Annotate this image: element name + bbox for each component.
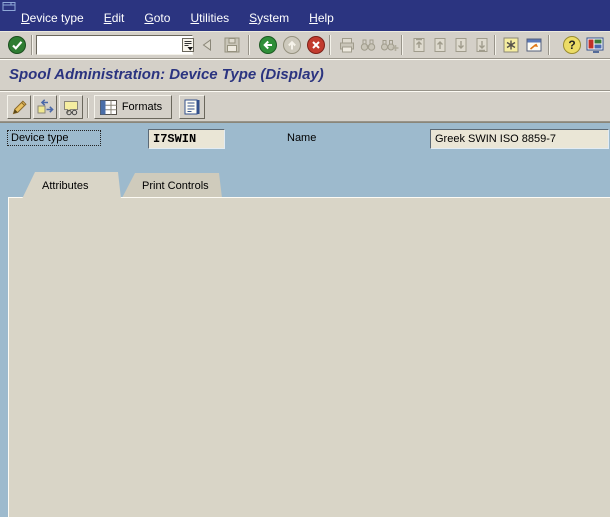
formats-button-label: Formats — [117, 101, 166, 113]
exit-up-arrow-icon — [282, 35, 302, 55]
back-arrow-icon — [258, 35, 278, 55]
display-note-button[interactable] — [59, 95, 83, 119]
next-page-button[interactable] — [450, 34, 472, 56]
menu-edit[interactable]: Edit — [104, 11, 125, 25]
save-button[interactable] — [221, 34, 243, 56]
comment-glasses-icon — [61, 97, 81, 117]
previous-page-icon — [430, 35, 450, 55]
title-bar: Spool Administration: Device Type (Displ… — [0, 59, 610, 90]
toolbar-separator — [401, 35, 403, 55]
tab-attributes[interactable]: Attributes — [22, 172, 121, 199]
left-triangle-icon — [202, 38, 212, 52]
print-button[interactable] — [336, 34, 358, 56]
formats-button[interactable]: Formats — [94, 95, 172, 119]
list-button[interactable] — [179, 95, 205, 119]
cancel-button[interactable] — [305, 34, 327, 56]
matchcode-icon[interactable] — [182, 38, 194, 52]
help-button[interactable]: ? — [561, 34, 583, 56]
create-shortcut-button[interactable] — [523, 34, 545, 56]
save-floppy-icon — [222, 35, 242, 55]
first-page-icon — [409, 35, 429, 55]
first-page-button[interactable] — [408, 34, 430, 56]
back-button[interactable] — [257, 34, 279, 56]
menu-bar: Device type Edit Goto Utilities System H… — [0, 0, 610, 31]
previous-page-button[interactable] — [429, 34, 451, 56]
name-label: Name — [287, 132, 316, 144]
last-page-button[interactable] — [471, 34, 493, 56]
cancel-x-icon — [306, 35, 326, 55]
list-document-icon — [184, 98, 201, 116]
standard-toolbar: ? — [0, 31, 610, 59]
last-page-icon — [472, 35, 492, 55]
toolbar-separator — [329, 35, 331, 55]
formats-grid-icon — [100, 100, 117, 115]
command-input[interactable] — [37, 37, 182, 53]
toolbar-separator — [87, 98, 89, 118]
menu-device-type[interactable]: Device type — [21, 11, 84, 25]
new-session-button[interactable] — [500, 34, 522, 56]
menu-system[interactable]: System — [249, 11, 289, 25]
application-toolbar: Formats — [0, 90, 610, 122]
new-session-icon — [501, 35, 521, 55]
help-question-icon: ? — [562, 35, 582, 55]
command-field[interactable] — [36, 35, 193, 55]
display-change-button[interactable] — [7, 95, 31, 119]
enter-button[interactable] — [6, 34, 28, 56]
binoculars-icon — [358, 35, 378, 55]
menu-utilities[interactable]: Utilities — [190, 11, 229, 25]
sap-window: Device type Edit Goto Utilities System H… — [0, 0, 610, 517]
device-type-label: Device type — [7, 130, 101, 146]
pencil-icon — [9, 97, 29, 117]
swap-arrows-icon — [35, 97, 55, 117]
customize-layout-button[interactable] — [585, 34, 607, 56]
printer-icon — [337, 35, 357, 55]
window-icon — [2, 1, 17, 15]
next-page-icon — [451, 35, 471, 55]
toolbar-separator — [31, 35, 33, 55]
attributes-tab-panel — [8, 197, 610, 517]
shortcut-icon — [524, 35, 544, 55]
find-button[interactable] — [357, 34, 379, 56]
device-type-field[interactable]: I7SWIN — [148, 129, 225, 149]
page-title: Spool Administration: Device Type (Displ… — [9, 66, 324, 83]
exit-button[interactable] — [281, 34, 303, 56]
customize-layout-icon — [585, 35, 607, 55]
tab-print-controls[interactable]: Print Controls — [122, 173, 222, 198]
menu-goto[interactable]: Goto — [144, 11, 170, 25]
name-field[interactable]: Greek SWIN ISO 8859-7 — [430, 129, 609, 149]
binoculars-plus-icon — [379, 35, 399, 55]
toolbar-separator — [494, 35, 496, 55]
svg-text:?: ? — [568, 38, 575, 52]
other-device-type-button[interactable] — [33, 95, 57, 119]
menu-help[interactable]: Help — [309, 11, 334, 25]
find-next-button[interactable] — [378, 34, 400, 56]
collapse-command-button[interactable] — [200, 34, 214, 56]
toolbar-separator — [248, 35, 250, 55]
enter-check-icon — [7, 35, 27, 55]
toolbar-separator — [548, 35, 550, 55]
